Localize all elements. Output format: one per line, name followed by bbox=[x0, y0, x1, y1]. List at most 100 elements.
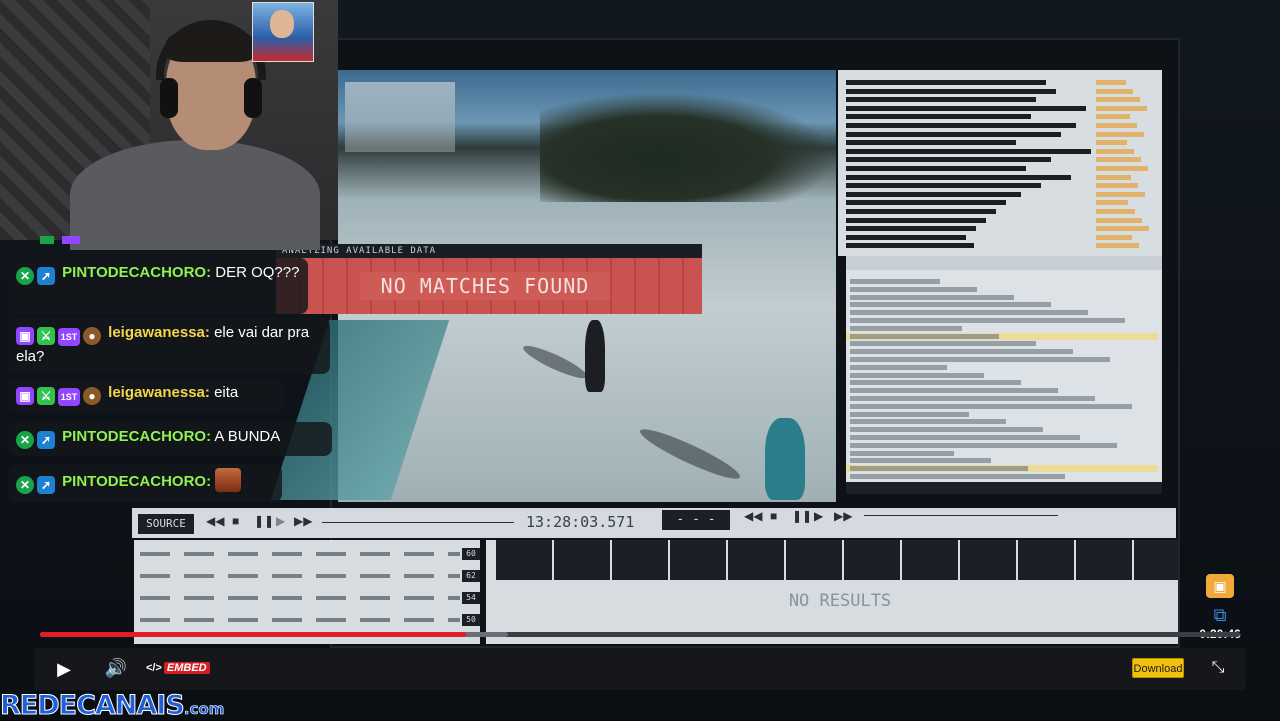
watermark-suffix: .com bbox=[183, 700, 225, 719]
stat-bar bbox=[846, 243, 974, 249]
embed-label: EMBED bbox=[163, 662, 210, 674]
code-line bbox=[850, 411, 969, 417]
stat-bar bbox=[846, 226, 976, 232]
code-toolbar bbox=[846, 256, 1162, 270]
streamer-body bbox=[70, 140, 320, 250]
stat-bar bbox=[846, 166, 1026, 171]
code-line bbox=[850, 388, 1058, 394]
graph-row-value: 50 bbox=[462, 614, 480, 626]
graph-row bbox=[140, 552, 460, 556]
prime-badge-icon: ➚ bbox=[37, 431, 55, 449]
mod-badge-icon: ✕ bbox=[16, 476, 34, 494]
exit-fullscreen-icon[interactable]: ⤡ bbox=[1206, 656, 1230, 680]
embed-button[interactable]: </> EMBED bbox=[146, 660, 210, 676]
graph-left-panel: 60 62 54 50 bbox=[134, 540, 480, 644]
stat-bar bbox=[846, 157, 1051, 163]
download-button[interactable]: Download bbox=[1132, 658, 1184, 678]
stat-bar bbox=[846, 191, 1021, 197]
stat-indicator bbox=[1096, 191, 1145, 197]
code-line bbox=[850, 458, 991, 464]
stat-panel bbox=[838, 70, 1162, 256]
code-line bbox=[850, 349, 1073, 355]
code-line bbox=[850, 380, 1021, 386]
progress-fill bbox=[40, 632, 466, 637]
pause-icon: ❚❚ bbox=[792, 509, 813, 523]
stat-indicator bbox=[1096, 157, 1141, 163]
chat-username[interactable]: leigawanessa: bbox=[108, 324, 210, 341]
stat-bar bbox=[846, 123, 1076, 128]
sword-badge-icon: ⚔ bbox=[37, 327, 55, 345]
headphone-cup bbox=[244, 78, 262, 118]
play-button[interactable]: ▶ bbox=[52, 657, 76, 681]
stat-indicator bbox=[1096, 80, 1126, 85]
code-line bbox=[850, 302, 1051, 308]
stat-indicator bbox=[1096, 97, 1140, 103]
stat-bar bbox=[846, 148, 1091, 154]
code-line bbox=[850, 318, 1125, 323]
volume-icon[interactable]: 🔊 bbox=[104, 656, 128, 680]
prime-badge-icon: ➚ bbox=[37, 267, 55, 285]
no-results-text: NO RESULTS bbox=[788, 591, 892, 611]
code-line bbox=[850, 333, 999, 339]
chat-text: DER OQ??? bbox=[215, 264, 300, 281]
timecode: 13:28:03.571 bbox=[526, 513, 635, 531]
twitch-badge-icon: ▣ bbox=[16, 327, 34, 345]
pie-badge-icon: ● bbox=[83, 387, 101, 405]
chat-username[interactable]: PINTODECACHORO: bbox=[62, 473, 211, 490]
stat-bar bbox=[846, 105, 1086, 111]
footage-ship bbox=[345, 82, 455, 152]
stat-indicator bbox=[1096, 234, 1132, 240]
stat-bar bbox=[846, 114, 1031, 120]
footage-person bbox=[585, 320, 605, 392]
chat-message: ✕ ➚ PINTODECACHORO: A BUNDA bbox=[8, 422, 332, 456]
stat-indicator bbox=[1096, 114, 1130, 120]
chat-text: A BUNDA bbox=[214, 428, 281, 445]
stat-indicator bbox=[1096, 148, 1134, 154]
code-line bbox=[850, 341, 1036, 347]
tv-icon[interactable]: ▣ bbox=[1206, 574, 1234, 598]
twitch-badge-icon: ▣ bbox=[16, 387, 34, 405]
chat-username[interactable]: PINTODECACHORO: bbox=[62, 428, 211, 445]
graph-grid bbox=[496, 540, 1178, 580]
stat-indicator bbox=[1096, 166, 1148, 171]
fast-forward-icon: ▶▶ bbox=[834, 509, 853, 523]
graph-row-value: 62 bbox=[462, 570, 480, 582]
code-line bbox=[850, 294, 1014, 300]
chat-message: ✕ ➚ PINTODECACHORO: bbox=[8, 464, 282, 502]
screen-playback-bar bbox=[132, 508, 1176, 538]
code-line bbox=[850, 396, 1095, 401]
mod-badge-icon: ✕ bbox=[16, 267, 34, 285]
code-line bbox=[850, 279, 940, 284]
chat-message: ✕ ➚ PINTODECACHORO: DER OQ??? bbox=[8, 258, 308, 314]
code-line bbox=[850, 325, 962, 331]
stat-indicator bbox=[1096, 88, 1133, 94]
chat-username[interactable]: PINTODECACHORO: bbox=[62, 264, 211, 281]
stat-indicator bbox=[1096, 174, 1131, 180]
stat-bar bbox=[846, 97, 1036, 103]
chat-partial-message bbox=[40, 236, 120, 244]
code-line bbox=[850, 310, 1088, 316]
stat-bar bbox=[846, 209, 996, 214]
code-line bbox=[850, 442, 1117, 448]
mod-badge-icon: ✕ bbox=[16, 431, 34, 449]
cast-icon[interactable]: ⧉ bbox=[1206, 604, 1234, 626]
graph-row-value: 54 bbox=[462, 592, 480, 604]
stat-bar bbox=[846, 88, 1056, 94]
first-sub-badge-icon: 1ST bbox=[58, 388, 80, 406]
pie-badge-icon: ● bbox=[83, 327, 101, 345]
play-icon: ▶ bbox=[814, 509, 824, 523]
stat-indicator bbox=[1096, 209, 1135, 214]
stat-bar bbox=[846, 140, 1016, 146]
graph-row bbox=[140, 618, 460, 622]
chat-message: ▣ ⚔ 1ST ● leigawanessa: eita bbox=[8, 378, 284, 412]
code-line bbox=[850, 427, 1043, 433]
stat-indicator bbox=[1096, 226, 1149, 232]
stat-bar bbox=[846, 234, 966, 240]
chat-username[interactable]: leigawanessa: bbox=[108, 384, 210, 401]
graph-row-value: 60 bbox=[462, 548, 480, 560]
footage-person bbox=[765, 418, 805, 500]
code-line bbox=[850, 474, 1065, 479]
play-icon: ▶ bbox=[276, 514, 286, 528]
code-footer bbox=[846, 482, 1162, 494]
chat-message: ▣ ⚔ 1ST ● leigawanessa: ele vai dar pra ela… bbox=[8, 318, 330, 374]
